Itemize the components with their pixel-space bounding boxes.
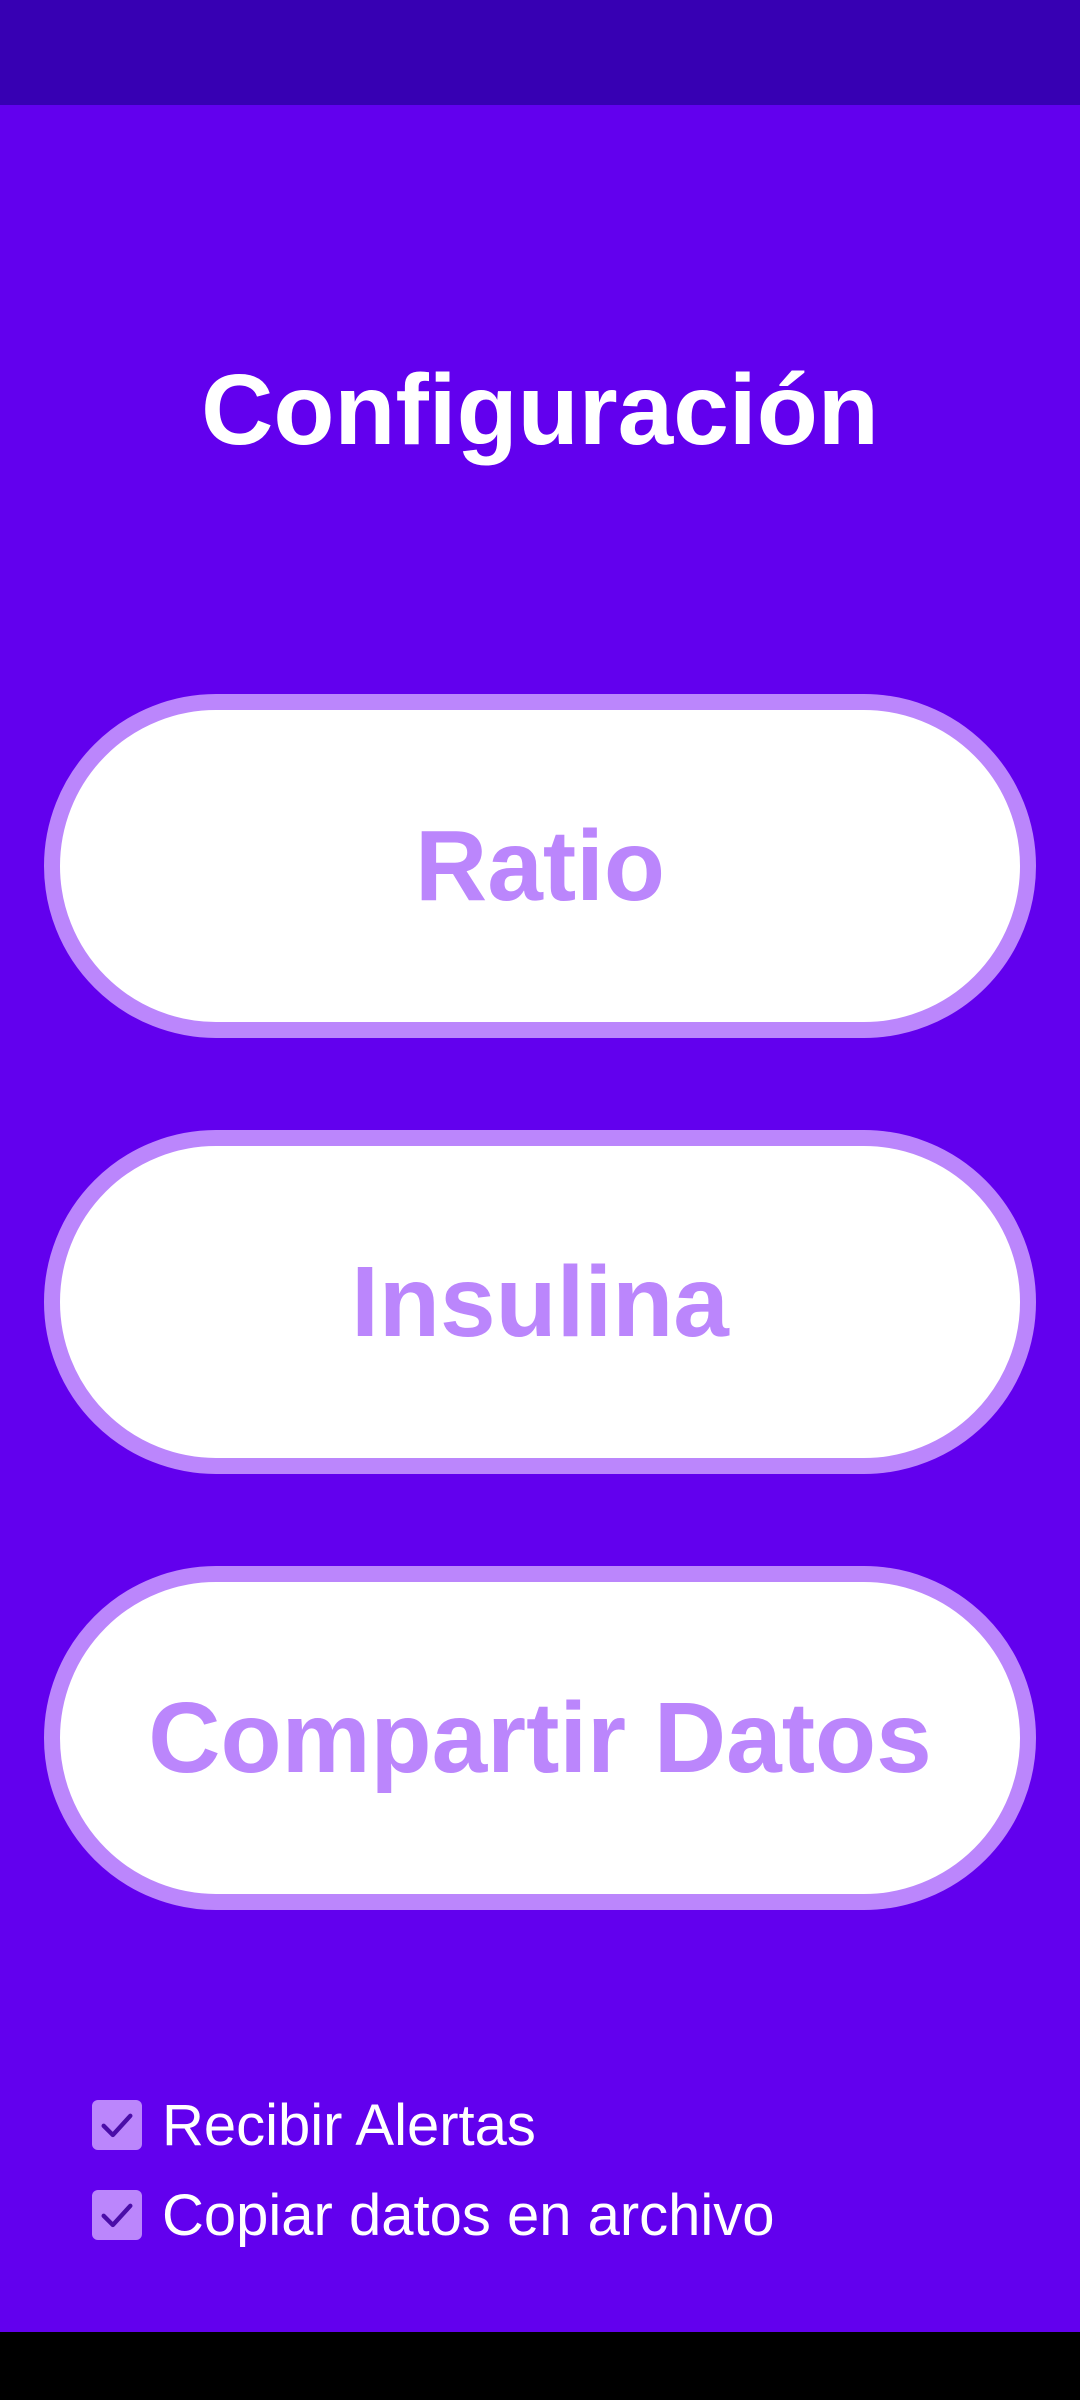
compartir-datos-button[interactable]: Compartir Datos — [44, 1566, 1036, 1910]
copiar-datos-option[interactable]: Copiar datos en archivo — [92, 2182, 775, 2248]
check-icon — [101, 2113, 133, 2138]
insulina-button[interactable]: Insulina — [44, 1130, 1036, 1474]
copiar-datos-checkbox[interactable] — [92, 2190, 142, 2240]
ratio-button[interactable]: Ratio — [44, 694, 1036, 1038]
page-title: Configuración — [201, 354, 879, 466]
status-bar — [0, 0, 1080, 105]
navigation-bar — [0, 2332, 1080, 2400]
recibir-alertas-label: Recibir Alertas — [162, 2092, 536, 2158]
recibir-alertas-option[interactable]: Recibir Alertas — [92, 2092, 536, 2158]
check-icon — [101, 2203, 133, 2228]
recibir-alertas-checkbox[interactable] — [92, 2100, 142, 2150]
copiar-datos-label: Copiar datos en archivo — [162, 2182, 775, 2248]
